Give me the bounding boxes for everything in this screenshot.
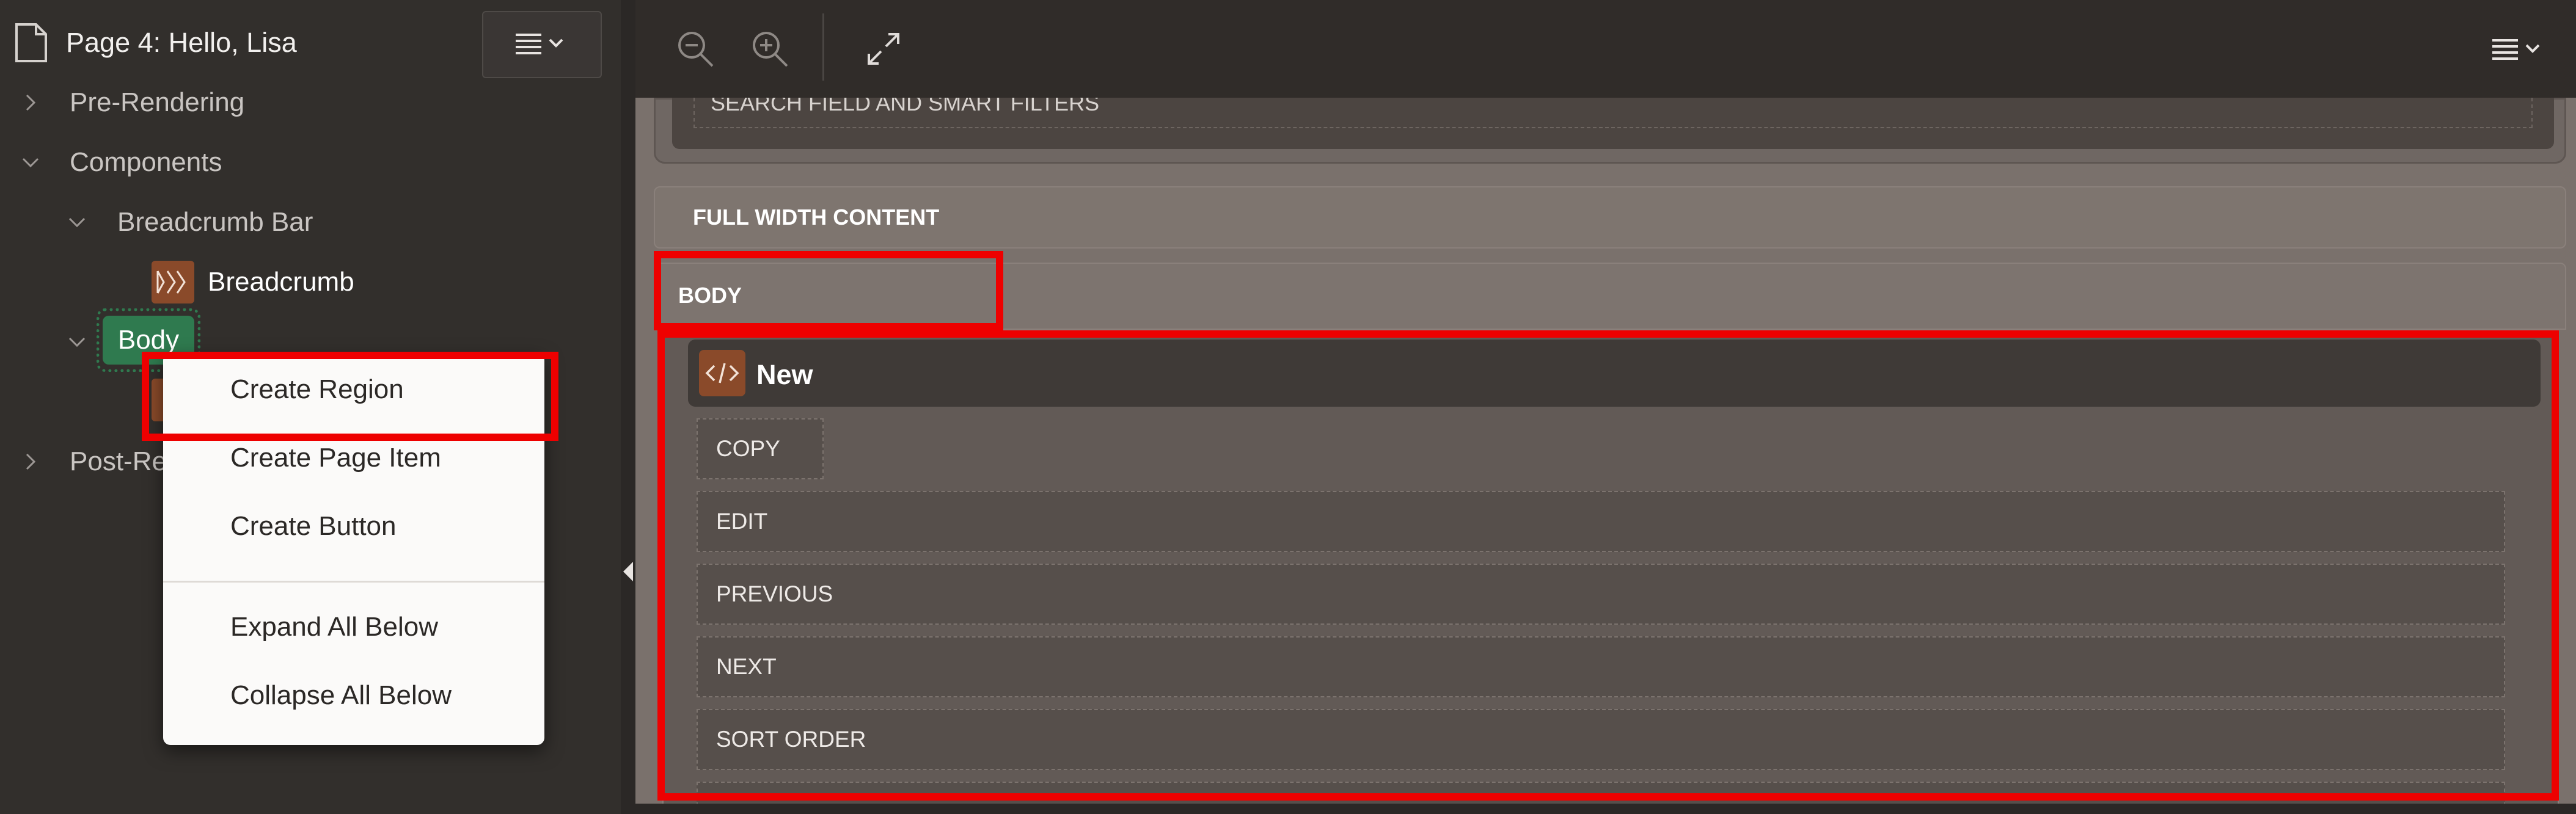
tree-node-post-rendering[interactable]: Post-Re	[18, 437, 167, 486]
menu-icon[interactable]	[2487, 23, 2554, 74]
document-icon	[9, 21, 53, 65]
collapse-panel-icon[interactable]	[622, 561, 634, 586]
layout-toolbar	[635, 0, 2576, 98]
tree-label: Breadcrumb	[208, 267, 354, 297]
rendering-tree-panel: Page 4: Hello, Lisa Pre-Rendering Compon…	[0, 0, 621, 814]
tree-menu-button[interactable]	[482, 11, 602, 78]
chevron-right-icon[interactable]	[18, 449, 43, 474]
layout-panel: SEARCH FIELD AND SMART FILTERS FULL WIDT…	[635, 0, 2576, 814]
bottom-bar	[635, 804, 2576, 814]
tree-node-components[interactable]: Components	[18, 138, 222, 187]
highlight-create-region	[142, 352, 558, 441]
tree-label: Components	[70, 147, 222, 177]
highlight-body-content	[657, 330, 2559, 801]
full-width-content-region[interactable]: FULL WIDTH CONTENT	[654, 186, 2566, 249]
chevron-down-icon[interactable]	[18, 150, 43, 175]
tree-label: Post-Re	[70, 446, 167, 476]
breadcrumb-icon	[152, 261, 194, 303]
tree-node-pre-rendering[interactable]: Pre-Rendering	[18, 78, 244, 127]
tree-node-breadcrumb-bar[interactable]: Breadcrumb Bar	[65, 198, 313, 247]
menu-item-expand-all-below[interactable]: Expand All Below	[163, 597, 544, 658]
menu-item-collapse-all-below[interactable]: Collapse All Below	[163, 665, 544, 726]
tree-node-body-toggle[interactable]	[65, 318, 89, 366]
toolbar-separator	[822, 13, 824, 81]
expand-icon[interactable]	[858, 23, 909, 74]
highlight-body-header	[654, 251, 1003, 330]
zoom-out-icon[interactable]	[670, 23, 721, 74]
search-region-slot[interactable]: SEARCH FIELD AND SMART FILTERS	[693, 98, 2533, 128]
page-title: Page 4: Hello, Lisa	[66, 27, 297, 58]
chevron-down-icon[interactable]	[65, 210, 89, 234]
menu-item-create-button[interactable]: Create Button	[163, 496, 544, 557]
chevron-down-icon[interactable]	[65, 330, 89, 354]
menu-icon	[514, 31, 569, 59]
tree-label: Breadcrumb Bar	[117, 207, 313, 237]
tree-label: Pre-Rendering	[70, 87, 245, 117]
chevron-right-icon[interactable]	[18, 90, 43, 115]
menu-separator	[163, 581, 544, 583]
panel-splitter[interactable]	[621, 0, 635, 814]
tree-node-breadcrumb[interactable]: Breadcrumb	[152, 258, 354, 307]
page-header[interactable]: Page 4: Hello, Lisa	[9, 17, 297, 68]
zoom-in-icon[interactable]	[744, 23, 796, 74]
